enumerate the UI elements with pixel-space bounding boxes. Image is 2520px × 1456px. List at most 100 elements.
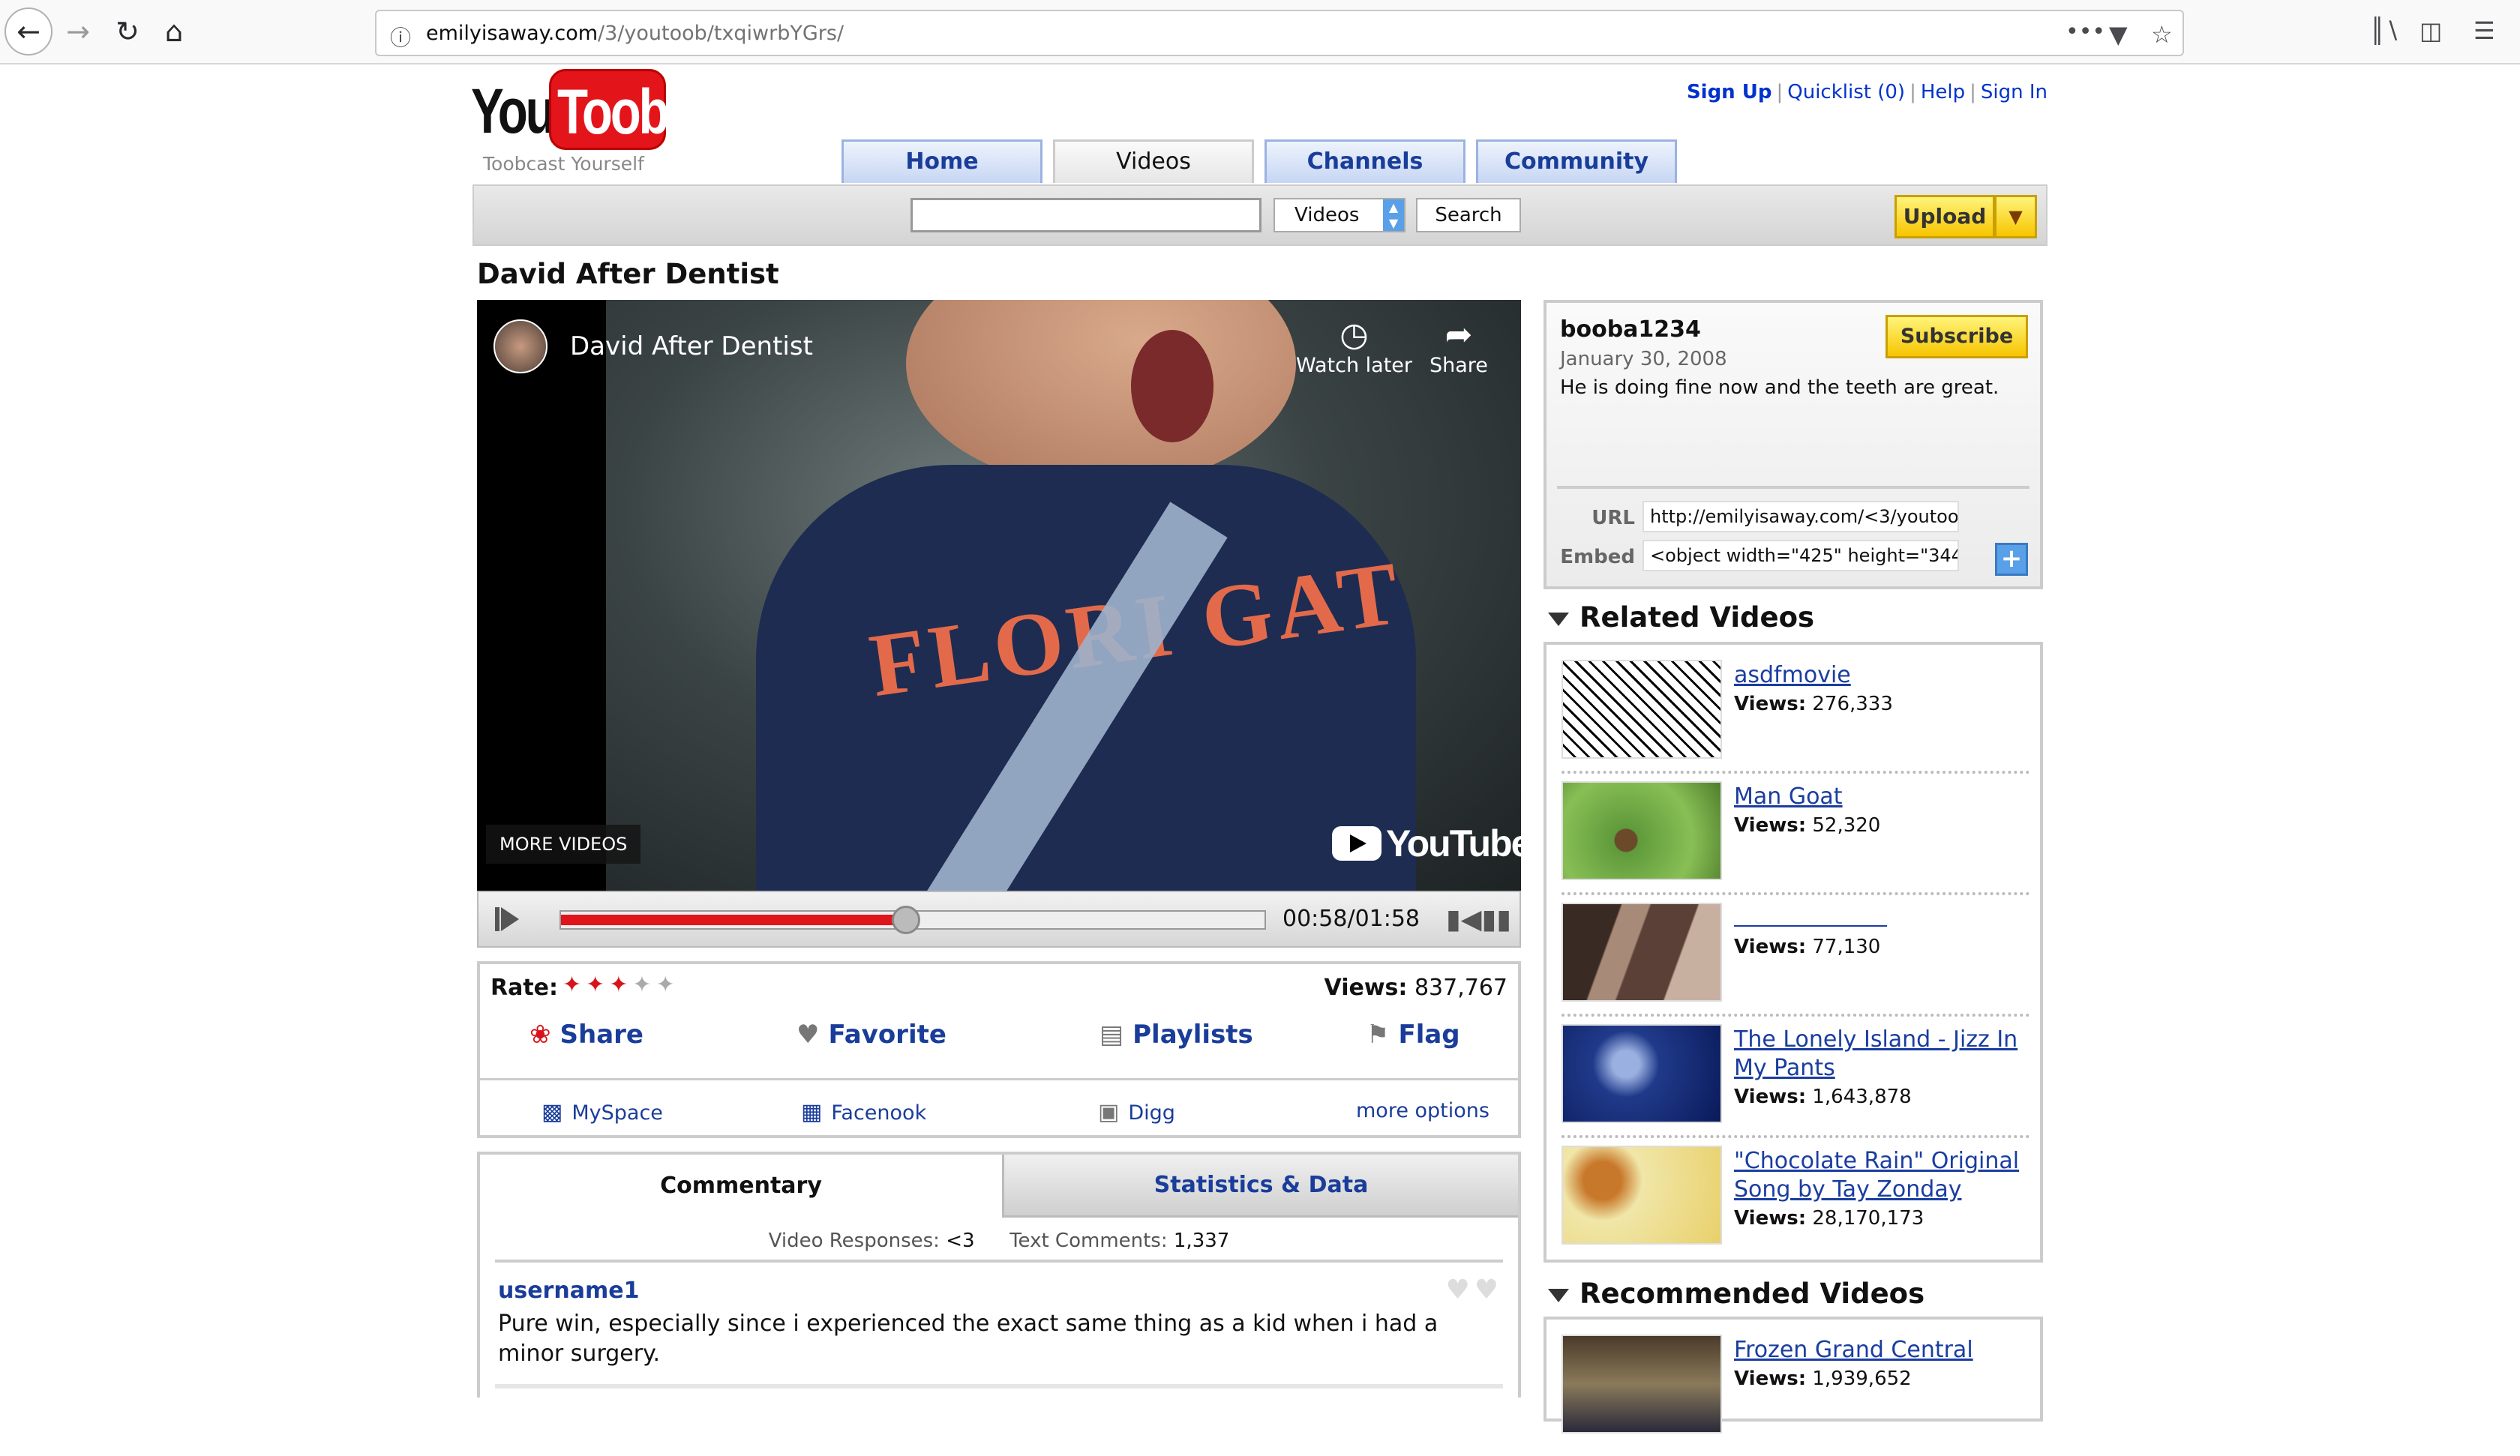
rating-star-empty-icon[interactable]: ✦ <box>632 972 656 998</box>
related-video-item[interactable]: "Chocolate Rain" Original Song by Tay Zo… <box>1562 1146 2030 1267</box>
upload-dropdown-arrow-icon[interactable]: ▼ <box>1995 195 2037 238</box>
video-thumbnail[interactable] <box>1562 660 1722 759</box>
play-icon[interactable] <box>492 904 522 934</box>
flag-label: Flag <box>1398 1020 1460 1050</box>
video-thumbnail[interactable] <box>1562 781 1722 880</box>
search-category-select[interactable]: Videos ▲ ▼ <box>1274 198 1406 232</box>
video-actions-panel: Rate: ✦✦✦✦✦ Views: 837,767 ❀ Share ♥ Favor… <box>477 961 1521 1138</box>
rating-stars[interactable]: ✦✦✦✦✦ <box>562 972 680 998</box>
player-title[interactable]: David After Dentist <box>570 331 813 361</box>
quicklist-link[interactable]: Quicklist (0) <box>1787 81 1905 103</box>
video-responses-value[interactable]: <3 <box>946 1230 974 1252</box>
comment-author[interactable]: username1 <box>498 1278 639 1304</box>
address-bar[interactable]: ⓘ emilyisaway.com/3/youtoob/txqiwrbYGrs/… <box>375 10 2184 56</box>
related-video-title[interactable]: Man Goat <box>1734 783 2026 811</box>
views-label: Views: <box>1734 936 1807 958</box>
forward-arrow-icon[interactable]: → <box>54 7 102 55</box>
subscribe-button[interactable]: Subscribe <box>1886 315 2028 358</box>
digg-share-link[interactable]: ▣ Digg <box>1098 1099 1175 1125</box>
embed-field[interactable]: <object width="425" height="344">p <box>1642 540 1959 571</box>
reload-icon[interactable]: ↻ <box>104 7 152 55</box>
related-videos-list: asdfmovie Views: 276,333 Man Goat Views:… <box>1544 642 2043 1263</box>
time-display: 00:58/01:58 <box>1282 906 1420 932</box>
site-logo[interactable]: You Toob <box>471 69 670 153</box>
video-thumbnail[interactable] <box>1562 1146 1722 1245</box>
tab-channels[interactable]: Channels <box>1264 139 1466 183</box>
sign-up-link[interactable]: Sign Up <box>1687 81 1772 103</box>
related-video-item[interactable]: The Lonely Island - Jizz In My Pants Vie… <box>1562 1024 2030 1146</box>
related-video-title[interactable]: asdfmovie <box>1734 661 2026 690</box>
menu-icon[interactable]: ☰ <box>2474 16 2495 45</box>
related-video-title[interactable] <box>1734 903 1884 928</box>
rating-star-empty-icon[interactable]: ✦ <box>656 972 680 998</box>
facenook-share-link[interactable]: ▦ Facenook <box>801 1099 926 1125</box>
url-text[interactable]: emilyisaway.com/3/youtoob/txqiwrbYGrs/ <box>426 22 844 45</box>
clock-icon: ◷ <box>1340 316 1369 354</box>
tab-commentary[interactable]: Commentary <box>480 1155 1002 1218</box>
rating-star-filled-icon[interactable]: ✦ <box>609 972 632 998</box>
recommended-videos-list: Frozen Grand Central Views: 1,939,652 <box>1544 1317 2043 1434</box>
related-video-title[interactable]: "Chocolate Rain" Original Song by Tay Zo… <box>1734 1147 2026 1204</box>
channel-avatar[interactable] <box>494 319 548 373</box>
uploader-name[interactable]: booba1234 <box>1560 316 1701 343</box>
video-description: He is doing fine now and the teeth are g… <box>1560 376 2000 399</box>
more-actions-icon[interactable]: ••• <box>2066 19 2105 45</box>
rating-star-filled-icon[interactable]: ✦ <box>586 972 609 998</box>
myspace-label: MySpace <box>572 1101 663 1125</box>
recommended-videos-heading[interactable]: Recommended Videos <box>1548 1278 1924 1310</box>
myspace-icon: ▩ <box>542 1099 563 1125</box>
comment-vote-icons[interactable]: ♥♥ <box>1445 1275 1503 1305</box>
player-controls: 00:58/01:58 ▮◀▮▮ <box>477 891 1521 948</box>
related-video-title[interactable]: The Lonely Island - Jizz In My Pants <box>1734 1026 2026 1083</box>
recommended-video-item[interactable]: Frozen Grand Central Views: 1,939,652 <box>1562 1335 2030 1456</box>
video-thumbnail[interactable] <box>1562 903 1722 1002</box>
sidebar-icon[interactable]: ◫ <box>2420 16 2442 45</box>
pocket-icon[interactable]: ▼ <box>2109 20 2128 49</box>
flag-button[interactable]: ⚑ Flag <box>1366 1020 1460 1050</box>
views-value: 276,333 <box>1812 693 1893 715</box>
watch-later-button[interactable]: ◷ Watch later <box>1296 316 1412 378</box>
views-value: 52,320 <box>1812 814 1881 837</box>
related-videos-heading[interactable]: Related Videos <box>1548 601 1814 634</box>
rating-star-filled-icon[interactable]: ✦ <box>562 972 586 998</box>
video-thumbnail[interactable] <box>1562 1335 1722 1434</box>
site-info-icon[interactable]: ⓘ <box>390 22 411 52</box>
views-value: 837,767 <box>1414 975 1508 1001</box>
video-frame[interactable]: FLORI GAT <box>606 300 1521 891</box>
library-icon[interactable]: ║∖ <box>2370 16 2400 45</box>
help-link[interactable]: Help <box>1921 81 1965 103</box>
related-video-item[interactable]: Man Goat Views: 52,320 <box>1562 781 2030 903</box>
tab-home[interactable]: Home <box>842 139 1042 183</box>
upload-button[interactable]: Upload <box>1894 195 1995 238</box>
volume-icon[interactable]: ▮◀▮▮ <box>1446 904 1511 935</box>
favorite-button[interactable]: ♥ Favorite <box>796 1020 946 1050</box>
tab-community[interactable]: Community <box>1476 139 1677 183</box>
myspace-share-link[interactable]: ▩ MySpace <box>542 1099 663 1125</box>
url-field[interactable]: http://emilyisaway.com/<3/youtoob/ <box>1642 501 1959 532</box>
related-video-item[interactable]: Views: 77,130 <box>1562 903 2030 1024</box>
sign-in-link[interactable]: Sign In <box>1981 81 2048 103</box>
related-video-item[interactable]: asdfmovie Views: 276,333 <box>1562 660 2030 781</box>
progress-bar[interactable] <box>560 906 1266 934</box>
more-videos-button[interactable]: MORE VIDEOS <box>486 825 641 864</box>
share-arrow-icon: ➦ <box>1444 316 1473 354</box>
playlists-button[interactable]: ▤ Playlists <box>1100 1020 1253 1050</box>
video-thumbnail[interactable] <box>1562 1024 1722 1123</box>
tab-statistics[interactable]: Statistics & Data <box>1002 1155 1518 1218</box>
more-options-link[interactable]: more options <box>1356 1099 1490 1122</box>
url-label: URL <box>1592 507 1635 529</box>
embed-options-plus-icon[interactable]: + <box>1995 543 2028 576</box>
search-input[interactable] <box>910 198 1262 232</box>
recommended-video-title[interactable]: Frozen Grand Central <box>1734 1336 2026 1365</box>
progress-handle[interactable] <box>891 906 920 934</box>
back-arrow-icon[interactable]: ← <box>4 7 52 55</box>
search-button[interactable]: Search <box>1416 198 1521 232</box>
share-button-player[interactable]: ➦ Share <box>1430 316 1488 378</box>
views-value: 28,170,173 <box>1812 1207 1924 1230</box>
youtube-logo[interactable]: YouTube <box>1332 822 1521 865</box>
video-player[interactable]: FLORI GAT David After Dentist ◷ Watch lat… <box>477 300 1521 891</box>
share-action-button[interactable]: ❀ Share <box>530 1020 644 1050</box>
bookmark-star-icon[interactable]: ☆ <box>2151 20 2173 49</box>
tab-videos[interactable]: Videos <box>1053 139 1254 183</box>
home-icon[interactable]: ⌂ <box>150 7 198 55</box>
